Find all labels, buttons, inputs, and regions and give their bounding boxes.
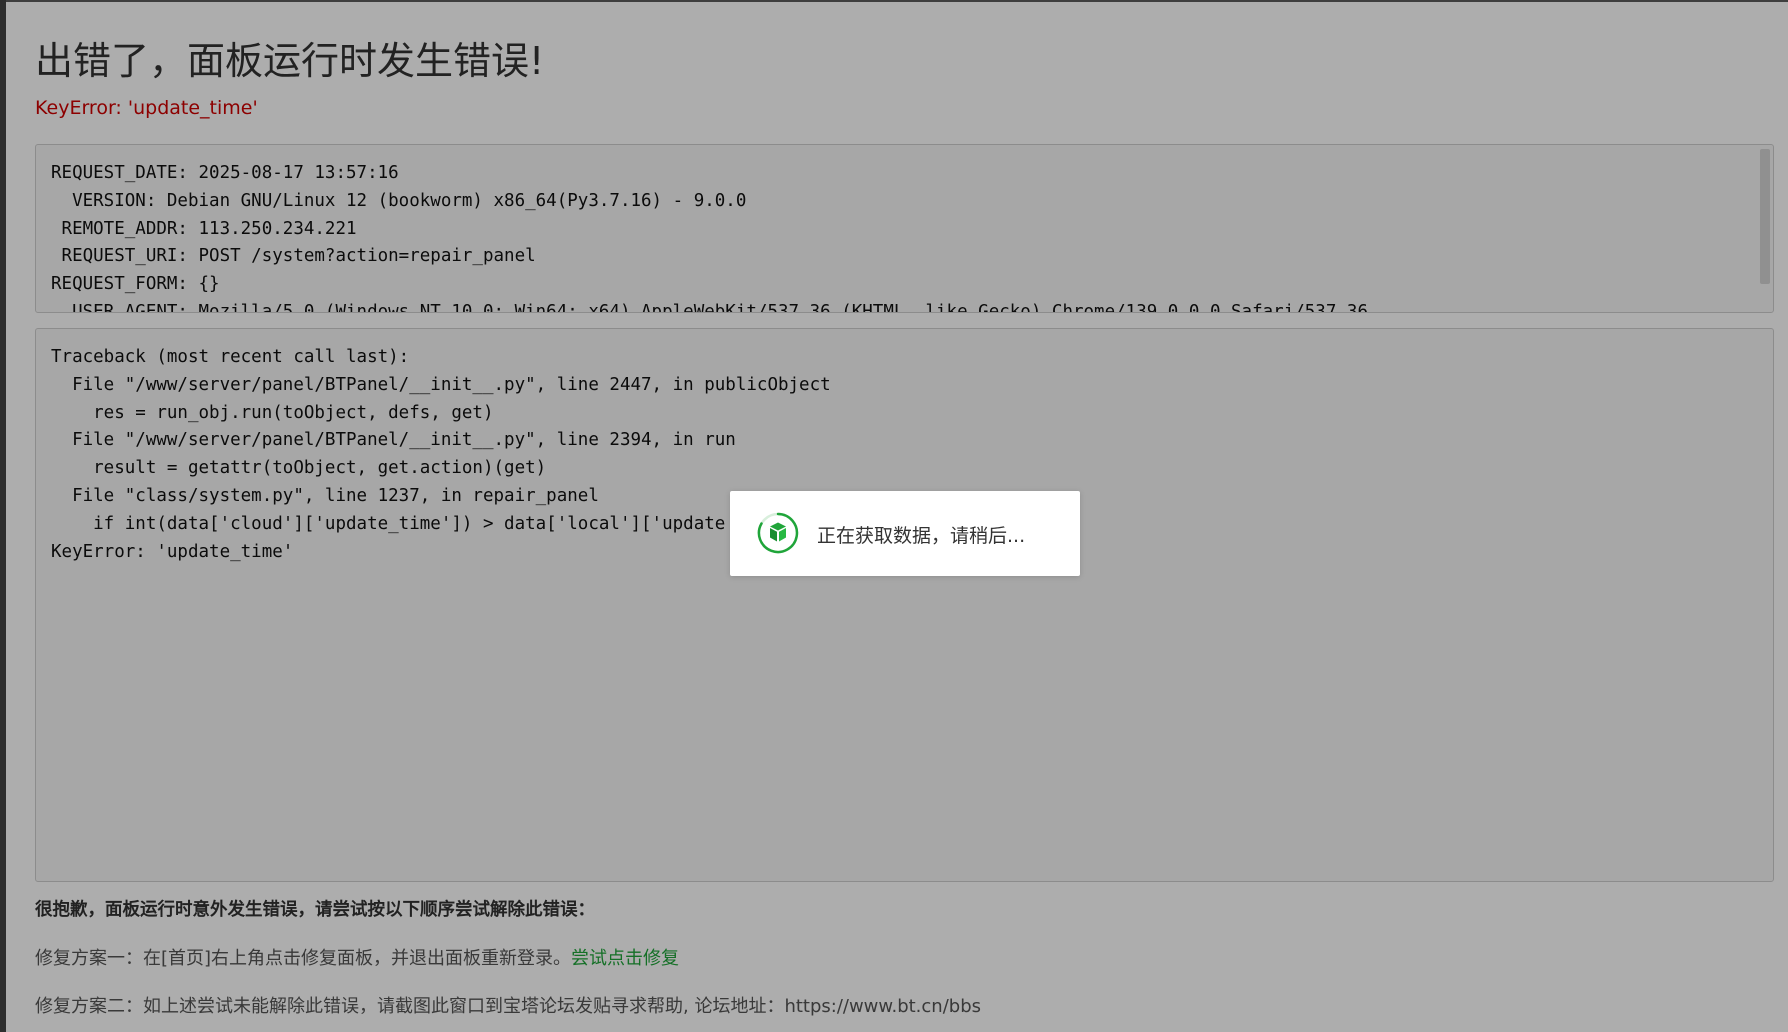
loading-dialog: 正在获取数据，请稍后... (730, 491, 1080, 576)
loading-text: 正在获取数据，请稍后... (817, 525, 1026, 547)
bt-logo-spinner-icon (757, 512, 799, 554)
